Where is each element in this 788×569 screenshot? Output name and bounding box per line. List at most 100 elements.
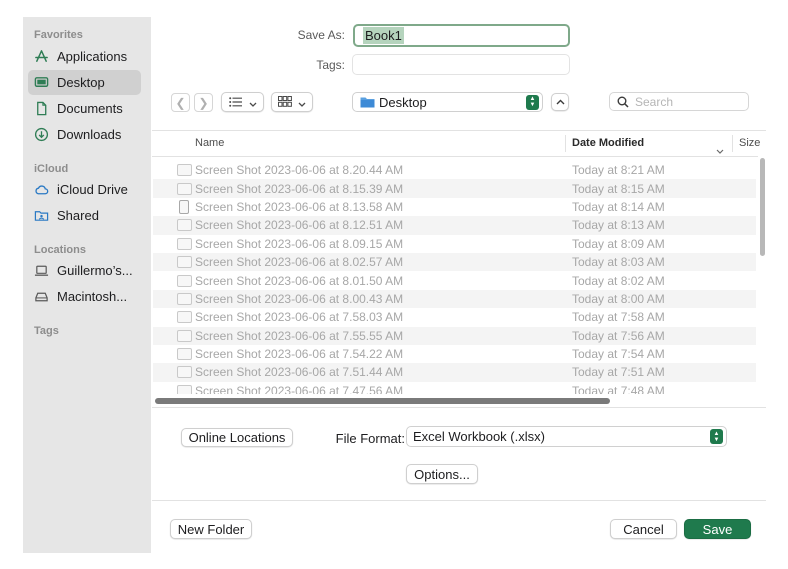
- divider: [152, 407, 766, 408]
- stepper-icon: ▲ ▼: [710, 429, 723, 444]
- chevron-up-icon: [556, 97, 565, 107]
- file-name: Screen Shot 2023-06-06 at 7.54.22 AM: [195, 347, 404, 362]
- file-name: Screen Shot 2023-06-06 at 8.12.51 AM: [195, 218, 404, 233]
- column-header-date-modified[interactable]: Date Modified: [572, 137, 644, 149]
- file-format-dropdown[interactable]: Excel Workbook (.xlsx) ▲ ▼: [406, 426, 727, 447]
- sidebar-item-icloud-drive[interactable]: iCloud Drive: [28, 177, 141, 202]
- sidebar-item-label: Shared: [57, 208, 99, 223]
- file-name: Screen Shot 2023-06-06 at 8.01.50 AM: [195, 273, 404, 288]
- file-row[interactable]: Screen Shot 2023-06-06 at 8.00.43 AM Toda…: [153, 289, 756, 309]
- disk-icon: [33, 289, 49, 305]
- sidebar-item-documents[interactable]: Documents: [28, 96, 141, 121]
- divider: [152, 156, 758, 157]
- image-file-icon: [177, 256, 192, 269]
- file-row[interactable]: Screen Shot 2023-06-06 at 8.09.15 AM Toda…: [153, 235, 756, 253]
- sidebar-item-downloads[interactable]: Downloads: [28, 122, 141, 147]
- file-date: Today at 8:00 AM: [572, 291, 665, 306]
- save-as-field[interactable]: Book1: [353, 24, 570, 47]
- file-date: Today at 8:13 AM: [572, 218, 665, 233]
- chevron-left-icon: ❮: [175, 95, 186, 110]
- download-icon: [33, 127, 49, 143]
- tags-field[interactable]: [352, 54, 570, 75]
- stepper-icon: ▲ ▼: [526, 94, 539, 110]
- new-folder-button[interactable]: New Folder: [170, 519, 252, 539]
- document-icon: [33, 101, 49, 117]
- forward-button[interactable]: ❯: [194, 93, 213, 112]
- file-name: Screen Shot 2023-06-06 at 8.09.15 AM: [195, 236, 404, 251]
- applications-icon: [33, 49, 49, 65]
- image-file-icon: [177, 348, 192, 361]
- image-file-icon: [177, 384, 192, 394]
- sidebar-item-label: iCloud Drive: [57, 182, 128, 197]
- file-format-label: File Format:: [335, 431, 405, 446]
- image-file-icon: [177, 366, 192, 379]
- file-row[interactable]: Screen Shot 2023-06-06 at 8.12.51 AM Toda…: [153, 216, 756, 235]
- location-label: Desktop: [379, 94, 427, 110]
- file-row[interactable]: Screen Shot 2023-06-06 at 7.51.44 AM Toda…: [153, 363, 756, 382]
- cancel-button[interactable]: Cancel: [610, 519, 677, 539]
- image-file-icon: [177, 237, 192, 250]
- grid-view-icon: [278, 95, 292, 110]
- collapse-button[interactable]: [551, 93, 569, 111]
- sidebar-item-label: Applications: [57, 49, 128, 64]
- online-locations-button[interactable]: Online Locations: [181, 428, 293, 447]
- sidebar-item-computer[interactable]: Guillermo’s...: [28, 258, 141, 283]
- search-icon: [617, 96, 629, 108]
- back-button[interactable]: ❮: [171, 93, 190, 112]
- save-as-value: Book1: [363, 27, 404, 44]
- divider: [152, 500, 766, 501]
- image-file-icon: [177, 274, 192, 287]
- shared-folder-icon: [33, 208, 49, 224]
- file-date: Today at 8:02 AM: [572, 273, 665, 288]
- image-file-icon: [177, 329, 192, 342]
- desktop-icon: [33, 75, 49, 91]
- grid-view-button[interactable]: [271, 92, 313, 112]
- file-row[interactable]: Screen Shot 2023-06-06 at 7.58.03 AM Toda…: [153, 308, 756, 326]
- sidebar-item-macintosh[interactable]: Macintosh...: [28, 284, 141, 309]
- sidebar-section-locations: Locations: [34, 244, 86, 256]
- file-row[interactable]: Screen Shot 2023-06-06 at 7.55.55 AM Toda…: [153, 326, 756, 345]
- list-view-icon: [228, 95, 243, 110]
- file-row[interactable]: Screen Shot 2023-06-06 at 8.01.50 AM Toda…: [153, 271, 756, 289]
- sidebar-item-desktop[interactable]: Desktop: [28, 70, 141, 95]
- column-header-size[interactable]: Size: [739, 137, 765, 149]
- tags-label: Tags:: [316, 58, 345, 72]
- file-row[interactable]: Screen Shot 2023-06-06 at 8.20.44 AM Toda…: [153, 161, 756, 179]
- file-row[interactable]: Screen Shot 2023-06-06 at 8.02.57 AM Toda…: [153, 252, 756, 272]
- file-row[interactable]: Screen Shot 2023-06-06 at 8.13.58 AM Toda…: [153, 198, 756, 216]
- image-file-icon: [179, 199, 189, 214]
- horizontal-scrollbar[interactable]: [155, 398, 610, 404]
- file-name: Screen Shot 2023-06-06 at 7.47.56 AM: [195, 383, 404, 394]
- file-list[interactable]: Screen Shot 2023-06-06 at 8.20.44 AM Toda…: [153, 161, 756, 394]
- file-date: Today at 7:48 AM: [572, 383, 665, 394]
- image-file-icon: [177, 182, 192, 195]
- sidebar-section-icloud: iCloud: [34, 163, 69, 175]
- image-file-icon: [177, 292, 192, 305]
- file-row[interactable]: Screen Shot 2023-06-06 at 7.54.22 AM Toda…: [153, 345, 756, 363]
- sidebar-item-label: Desktop: [57, 75, 105, 90]
- column-header-name[interactable]: Name: [195, 137, 224, 149]
- laptop-icon: [33, 263, 49, 279]
- file-row[interactable]: Screen Shot 2023-06-06 at 8.15.39 AM Toda…: [153, 179, 756, 198]
- divider: [152, 130, 766, 131]
- save-button[interactable]: Save: [684, 519, 751, 539]
- file-date: Today at 8:09 AM: [572, 236, 665, 251]
- sidebar: Favorites Applications Desktop Documents…: [23, 17, 151, 553]
- vertical-scrollbar[interactable]: [760, 158, 765, 256]
- sidebar-item-shared[interactable]: Shared: [28, 203, 141, 228]
- image-file-icon: [177, 164, 192, 177]
- sidebar-item-applications[interactable]: Applications: [28, 44, 141, 69]
- chevron-down-icon: [249, 95, 257, 110]
- sidebar-item-label: Documents: [57, 101, 123, 116]
- location-dropdown[interactable]: Desktop ▲ ▼: [352, 92, 543, 112]
- sidebar-item-label: Downloads: [57, 127, 122, 142]
- image-file-icon: [177, 311, 192, 324]
- list-view-button[interactable]: [221, 92, 264, 112]
- file-row[interactable]: Screen Shot 2023-06-06 at 7.47.56 AM Toda…: [153, 382, 756, 394]
- options-button[interactable]: Options...: [406, 464, 478, 484]
- file-format-value: Excel Workbook (.xlsx): [413, 429, 545, 444]
- file-name: Screen Shot 2023-06-06 at 8.13.58 AM: [195, 199, 404, 214]
- file-name: Screen Shot 2023-06-06 at 8.02.57 AM: [195, 255, 404, 270]
- file-name: Screen Shot 2023-06-06 at 7.58.03 AM: [195, 310, 404, 325]
- search-field[interactable]: Search: [609, 92, 749, 111]
